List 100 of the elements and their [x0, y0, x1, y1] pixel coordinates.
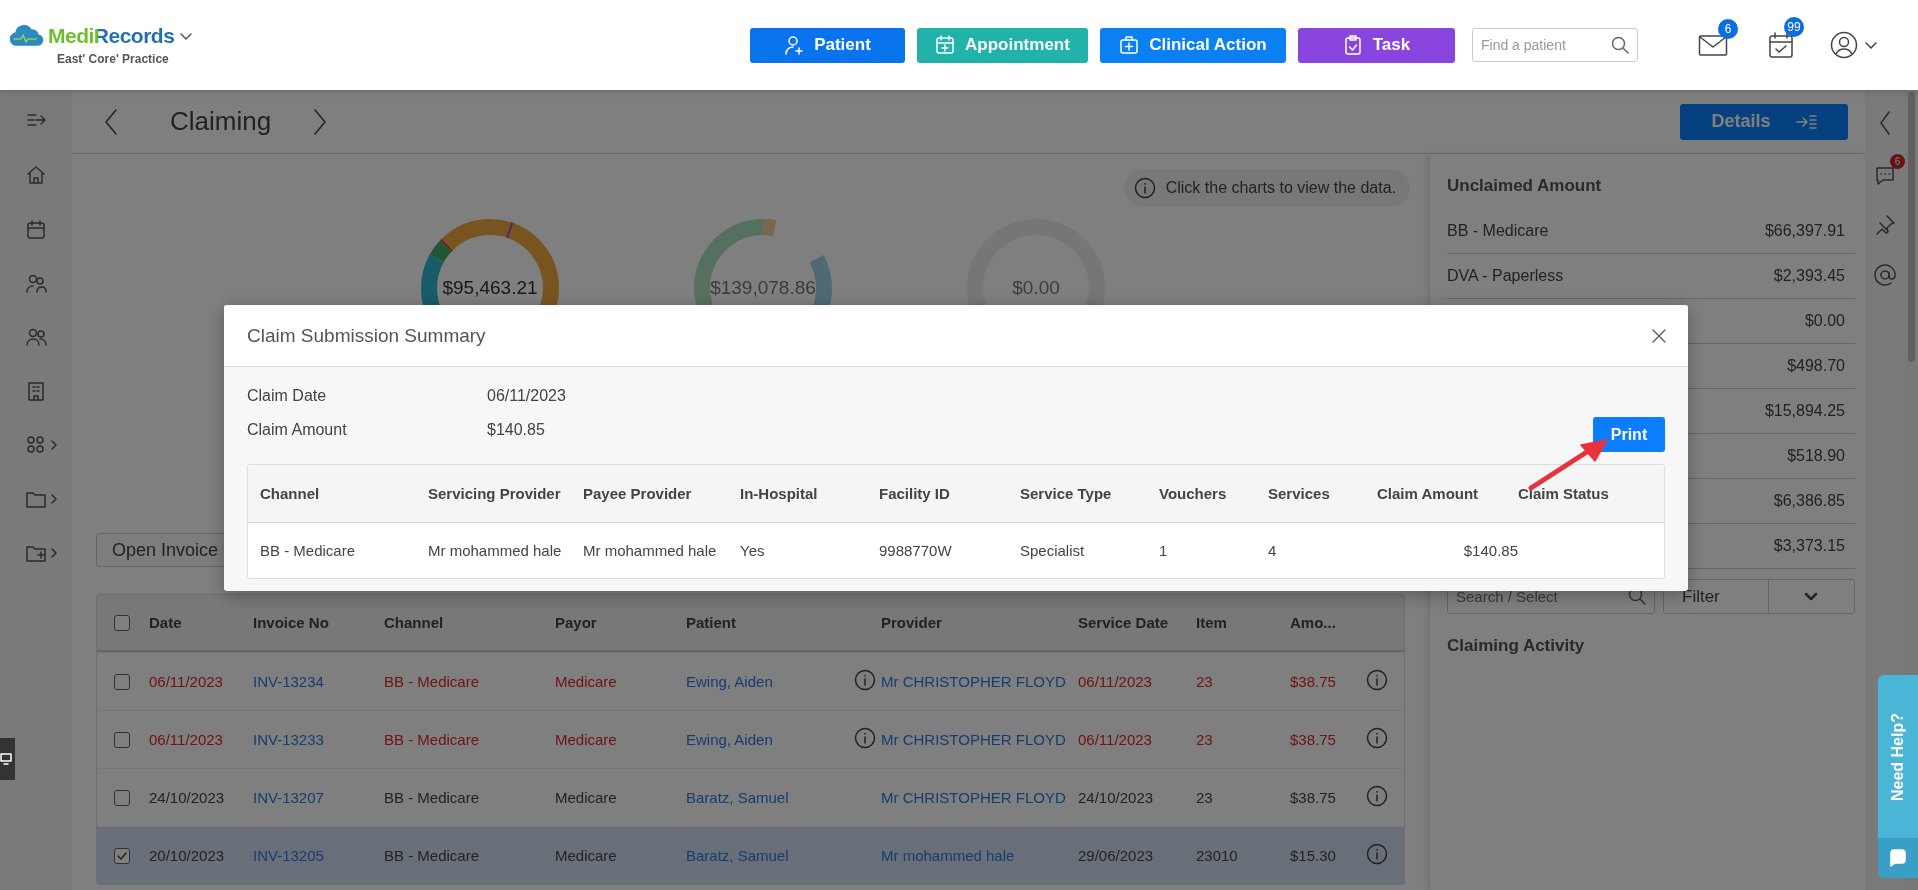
table-cell-text: Ewing, Aiden [686, 673, 774, 690]
feedback-tab[interactable] [0, 738, 15, 780]
table-cell-text: BB - Medicare [384, 673, 481, 690]
table-cell-text: 06/11/2023 [1078, 673, 1153, 690]
checkbox[interactable] [114, 847, 130, 864]
table-cell-text: Specialist [1020, 542, 1086, 559]
chevron-left-icon[interactable] [102, 106, 120, 137]
user-group-icon[interactable] [25, 272, 47, 294]
checkbox[interactable] [114, 789, 130, 806]
chat-icon[interactable] [1874, 164, 1896, 186]
table-cell-text: $38.75 [1290, 789, 1337, 806]
help-tab[interactable]: Need Help? [1878, 675, 1918, 878]
filter-dropdown[interactable]: Filter [1663, 579, 1855, 614]
checkbox[interactable] [114, 731, 130, 748]
amount-value: $15,894.25 [1764, 402, 1845, 420]
column-header[interactable]: Patient [686, 614, 854, 631]
field-label: Claim Amount [247, 421, 348, 439]
table-cell-text: Medicare [555, 847, 618, 864]
table-cell[interactable]: INV-13233 [253, 731, 384, 748]
column-header[interactable]: Provider [881, 614, 1078, 631]
channel-label: BB - Medicare [1447, 222, 1549, 240]
pin-icon[interactable] [1874, 214, 1896, 236]
field-value: 06/11/2023 [487, 387, 566, 405]
column-header[interactable]: Payor [555, 614, 686, 631]
table-cell-text: 06/11/2023 [1078, 731, 1153, 748]
search-field[interactable]: Find a patient [1472, 28, 1638, 62]
at-sign-icon[interactable] [1874, 264, 1896, 286]
column-header[interactable]: Date [149, 614, 253, 631]
table-cell-text: 9988770W [879, 542, 953, 559]
table-cell-text: Mr mohammed hale [881, 847, 1016, 864]
table-cell[interactable]: INV-13205 [253, 847, 384, 864]
table-cell-text: Mr CHRISTOPHER FLOYD [881, 789, 1067, 806]
column-header: Facility ID [879, 485, 951, 502]
panel-title: Unclaimed Amount [1447, 176, 1603, 196]
table-cell-text: 24/10/2023 [149, 789, 226, 806]
table-cell-text: BB - Medicare [260, 542, 357, 559]
close-icon[interactable] [1652, 328, 1666, 343]
task-icon [1342, 34, 1363, 56]
amount-value: $518.90 [1787, 447, 1845, 465]
column-header[interactable]: Service Date [1078, 614, 1196, 631]
notification-badge: 6 [1718, 19, 1738, 39]
amount-value: $2,393.45 [1773, 267, 1845, 285]
appointment-button[interactable]: Appointment [917, 27, 1088, 63]
table-cell-text: 24/10/2023 [1078, 789, 1155, 806]
details-button[interactable]: Details [1680, 103, 1848, 140]
info-icon [1366, 843, 1388, 865]
column-header[interactable]: Item [1196, 614, 1290, 631]
amount-value: $0.00 [1804, 312, 1845, 330]
column-header[interactable]: Invoice No [253, 614, 384, 631]
info-icon [1366, 727, 1388, 749]
calendar-icon[interactable] [25, 218, 47, 240]
page-title: Claiming [170, 106, 272, 137]
clinical-action-button[interactable]: Clinical Action [1100, 27, 1286, 63]
chevron-left-icon[interactable] [1878, 110, 1892, 136]
field-value: $140.85 [487, 421, 545, 439]
table-cell-text: 06/11/2023 [149, 731, 224, 748]
chevron-right-icon[interactable] [50, 547, 58, 559]
task-button[interactable]: Task [1298, 27, 1455, 63]
patient-info-icon [854, 727, 876, 749]
info-icon [1366, 785, 1388, 807]
table-cell[interactable]: INV-13207 [253, 789, 384, 806]
table-cell-text: Mr CHRISTOPHER FLOYD [881, 673, 1067, 690]
table-row[interactable]: 06/11/2023 INV-13233 BB - Medicare Medicare Ewing, Aiden Mr CHRISTOPHER FLOYD 06/11/2023 23 $38.75 [97, 710, 1404, 768]
chevron-right-icon[interactable] [50, 493, 58, 505]
table-cell-text: 1 [1159, 542, 1169, 559]
column-header: Service Type [1020, 485, 1113, 502]
checkbox[interactable] [114, 673, 130, 690]
chart-total: $95,463.21 [441, 277, 539, 299]
table-cell[interactable]: INV-13234 [253, 673, 384, 690]
dialog-title: Claim Submission Summary [247, 324, 486, 347]
table-cell-text: BB - Medicare [384, 731, 481, 748]
table-row[interactable]: 06/11/2023 INV-13234 BB - Medicare Medicare Ewing, Aiden Mr CHRISTOPHER FLOYD 06/11/2023 23 $38.75 [97, 652, 1404, 710]
table-cell-text: BB - Medicare [384, 789, 481, 806]
user-avatar-icon[interactable] [1830, 31, 1858, 59]
chevron-right-icon[interactable] [50, 439, 58, 451]
people-icon[interactable] [25, 326, 47, 348]
table-row[interactable]: 20/10/2023 INV-13205 BB - Medicare Medicare Baratz, Samuel Mr mohammed hale 29/06/2023 23010 $15.30 [97, 826, 1404, 884]
column-header[interactable]: Channel [384, 614, 555, 631]
scrollbar-thumb[interactable] [1908, 92, 1915, 362]
table-cell-text: Medicare [555, 731, 618, 748]
home-icon[interactable] [25, 164, 47, 186]
patient-info-icon [854, 669, 876, 691]
print-button[interactable]: Print [1593, 417, 1665, 452]
patient-button[interactable]: Patient [750, 27, 905, 63]
amount-value: $6,386.85 [1773, 492, 1845, 510]
building-icon[interactable] [25, 380, 47, 402]
table-cell-text: BB - Medicare [384, 847, 481, 864]
mail-icon[interactable] [1698, 33, 1728, 57]
calendar-check-icon[interactable] [1768, 31, 1794, 59]
search-icon[interactable] [1611, 36, 1629, 54]
patient-icon [784, 34, 805, 56]
apps-icon[interactable] [25, 434, 47, 456]
checkbox[interactable] [114, 614, 130, 631]
table-cell-text: 23 [1196, 673, 1214, 690]
column-header: Claim Amount [1377, 485, 1480, 502]
column-header: Servicing Provider [428, 485, 562, 502]
info-icon [1366, 669, 1388, 691]
table-cell-text: Ewing, Aiden [686, 731, 774, 748]
column-header[interactable]: Amo... [1290, 614, 1366, 631]
chart-total: $139,078.86 [709, 277, 817, 299]
